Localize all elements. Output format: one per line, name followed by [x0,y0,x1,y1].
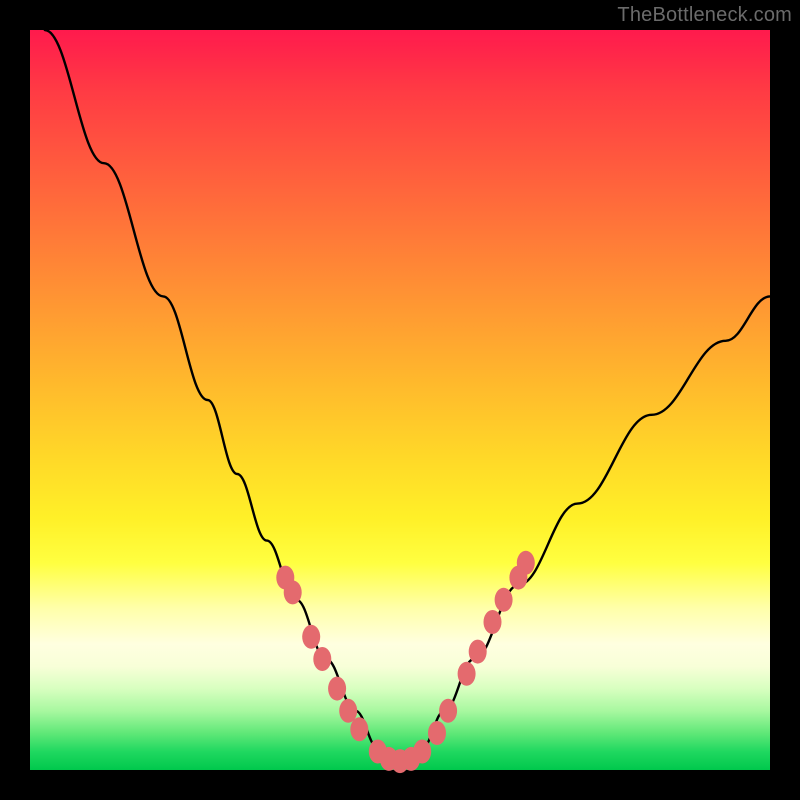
marker-point [413,740,431,764]
chart-frame: TheBottleneck.com [0,0,800,800]
highlighted-points [276,551,535,773]
marker-point [469,640,487,664]
marker-point [439,699,457,723]
marker-point [302,625,320,649]
attribution-text: TheBottleneck.com [617,4,792,27]
plot-area [30,30,770,770]
marker-point [350,717,368,741]
marker-point [284,580,302,604]
marker-point [458,662,476,686]
marker-point [484,610,502,634]
marker-point [328,677,346,701]
chart-svg [30,30,770,770]
marker-point [517,551,535,575]
bottleneck-curve [45,30,770,770]
marker-point [313,647,331,671]
marker-point [495,588,513,612]
marker-point [428,721,446,745]
